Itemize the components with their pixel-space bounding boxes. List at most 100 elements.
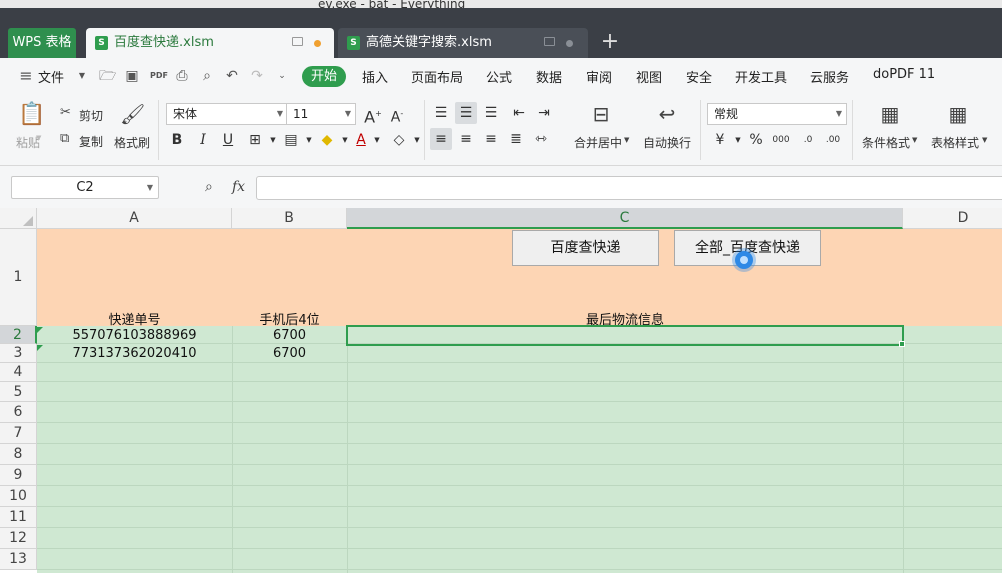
monitor-icon[interactable]	[544, 37, 555, 46]
align-middle-icon[interactable]: ☰	[455, 102, 477, 124]
justify-icon[interactable]: ≣	[505, 128, 527, 150]
menu-data[interactable]: 数据	[536, 67, 562, 86]
zoom-search-icon[interactable]: ⌕	[205, 179, 213, 195]
number-format-select[interactable]: 常规 ▼	[707, 103, 847, 125]
save-icon[interactable]: ▣	[124, 68, 140, 84]
query-express-button[interactable]: 百度查快递	[512, 230, 659, 266]
row-header-7[interactable]: 7	[0, 423, 37, 444]
cell-a1[interactable]: 快递单号	[37, 309, 232, 328]
wrap-text-icon[interactable]: ↩	[654, 102, 680, 126]
row-header-10[interactable]: 10	[0, 486, 37, 507]
italic-icon[interactable]: I	[192, 129, 214, 151]
decrease-font-icon[interactable]: A-	[386, 103, 408, 126]
row-header-12[interactable]: 12	[0, 528, 37, 549]
document-tab-inactive[interactable]: S 高德关键字搜索.xlsm	[338, 28, 588, 58]
row-header-3[interactable]: 3	[0, 344, 37, 363]
redo-icon[interactable]: ↷	[249, 68, 265, 84]
row-header-5[interactable]: 5	[0, 382, 37, 402]
chevron-down-icon[interactable]: ▼	[912, 136, 917, 144]
menu-start[interactable]: 开始	[302, 66, 346, 87]
chevron-down-icon[interactable]: ▼	[982, 136, 987, 144]
chevron-down-icon[interactable]: ▼	[74, 68, 90, 84]
increase-indent-icon[interactable]: ⇥	[533, 102, 555, 124]
row-header-2[interactable]: 2	[0, 326, 37, 344]
format-painter-icon[interactable]: 🖌	[120, 102, 145, 126]
conditional-format-button[interactable]: 条件格式	[862, 134, 910, 151]
thousands-separator-icon[interactable]: 000	[770, 129, 792, 151]
percent-button[interactable]: %	[745, 129, 767, 151]
cell-b2[interactable]: 6700	[232, 328, 347, 343]
align-left-icon[interactable]: ≡	[430, 128, 452, 150]
column-header-a[interactable]: A	[37, 208, 232, 229]
fill-handle[interactable]	[899, 341, 905, 347]
menu-formulas[interactable]: 公式	[486, 67, 512, 86]
menu-view[interactable]: 视图	[636, 67, 662, 86]
distributed-icon[interactable]: ⇿	[530, 128, 552, 150]
copy-icon[interactable]: ⧉	[60, 131, 69, 146]
cell-b3[interactable]: 6700	[232, 346, 347, 361]
monitor-icon[interactable]	[292, 37, 303, 46]
align-center-icon[interactable]: ≡	[455, 128, 477, 150]
align-bottom-icon[interactable]: ☰	[480, 102, 502, 124]
scissors-icon[interactable]: ✂	[60, 105, 71, 120]
menu-page-layout[interactable]: 页面布局	[411, 67, 463, 86]
export-pdf-icon[interactable]: PDF	[150, 68, 168, 84]
column-header-b[interactable]: B	[232, 208, 347, 229]
cell-b1[interactable]: 手机后4位	[232, 309, 347, 328]
table-style-icon[interactable]: ▦	[945, 102, 971, 126]
paste-icon[interactable]: 📋	[18, 102, 45, 128]
cell-a3[interactable]: 773137362020410	[37, 346, 232, 361]
chevron-down-icon[interactable]: ▼	[624, 136, 629, 144]
row-header-11[interactable]: 11	[0, 507, 37, 528]
row-header-4[interactable]: 4	[0, 363, 37, 382]
increase-font-icon[interactable]: A+	[362, 103, 384, 126]
font-size-select[interactable]: 11 ▼	[286, 103, 356, 125]
print-icon[interactable]: ⎙	[174, 68, 190, 84]
menu-dopdf[interactable]: doPDF 11	[873, 67, 935, 82]
wrap-text-button[interactable]: 自动换行	[643, 134, 691, 151]
align-right-icon[interactable]: ≡	[480, 128, 502, 150]
align-top-icon[interactable]: ☰	[430, 102, 452, 124]
row-header-1[interactable]: 1	[0, 229, 37, 326]
column-header-d[interactable]: D	[903, 208, 1002, 229]
row-header-13[interactable]: 13	[0, 549, 37, 570]
bold-icon[interactable]: B	[166, 129, 188, 151]
formula-input[interactable]	[256, 176, 1002, 200]
wps-app-tab[interactable]: WPS 表格	[8, 28, 76, 58]
column-header-c[interactable]: C	[347, 208, 903, 229]
chevron-down-icon[interactable]: ▼	[36, 134, 41, 142]
select-all-corner[interactable]	[0, 208, 37, 229]
menu-file[interactable]: 文件	[38, 67, 64, 86]
cell-a2[interactable]: 557076103888969	[37, 328, 232, 343]
insert-function-button[interactable]: fx	[232, 179, 245, 195]
underline-icon[interactable]: U	[217, 129, 239, 151]
cut-button[interactable]: 剪切	[79, 107, 103, 124]
decrease-decimal-icon[interactable]: .00	[822, 129, 844, 151]
row-header-8[interactable]: 8	[0, 444, 37, 465]
menu-cloud[interactable]: 云服务	[810, 67, 849, 86]
customize-toolbar-icon[interactable]: ⌄	[274, 68, 290, 84]
table-style-button[interactable]: 表格样式	[931, 134, 979, 151]
document-tab-active[interactable]: S 百度查快递.xlsm	[86, 28, 334, 58]
merge-center-button[interactable]: 合并居中	[574, 134, 622, 151]
menu-developer[interactable]: 开发工具	[735, 67, 787, 86]
chevron-down-icon[interactable]: ▼	[366, 129, 388, 151]
menu-review[interactable]: 审阅	[586, 67, 612, 86]
conditional-format-icon[interactable]: ▦	[877, 102, 903, 126]
increase-decimal-icon[interactable]: .0	[797, 129, 819, 151]
row-header-9[interactable]: 9	[0, 465, 37, 486]
merge-center-icon[interactable]: ⊟	[588, 102, 614, 126]
undo-icon[interactable]: ↶	[224, 68, 240, 84]
name-box[interactable]: C2 ▼	[11, 176, 159, 199]
new-tab-button[interactable]: +	[600, 28, 620, 58]
open-folder-icon[interactable]: 🗁	[99, 68, 116, 84]
decrease-indent-icon[interactable]: ⇤	[508, 102, 530, 124]
copy-button[interactable]: 复制	[79, 133, 103, 150]
hamburger-menu-icon[interactable]: ≡	[18, 68, 34, 84]
menu-security[interactable]: 安全	[686, 67, 712, 86]
font-name-select[interactable]: 宋体 ▼	[166, 103, 288, 125]
menu-insert[interactable]: 插入	[362, 67, 388, 86]
row-header-6[interactable]: 6	[0, 402, 37, 423]
print-preview-icon[interactable]: ⌕	[199, 68, 215, 84]
format-painter-button[interactable]: 格式刷	[114, 134, 150, 151]
